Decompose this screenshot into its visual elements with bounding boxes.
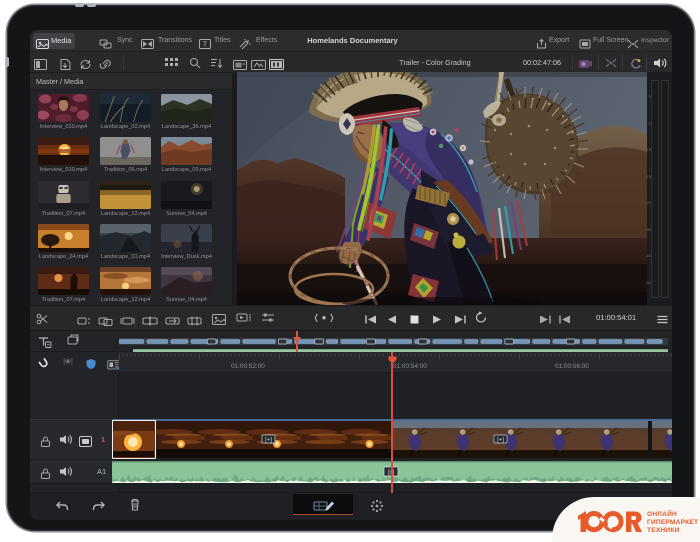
svg-text:[+]: [+] (497, 438, 504, 444)
svg-text:[+]: [+] (265, 438, 272, 444)
svg-text:01:00:56:00: 01:00:56:00 (555, 363, 589, 370)
svg-text:01:00:52:00: 01:00:52:00 (231, 363, 265, 370)
svg-text:01:00:54:00: 01:00:54:00 (393, 363, 427, 370)
svg-text:T: T (203, 42, 208, 49)
